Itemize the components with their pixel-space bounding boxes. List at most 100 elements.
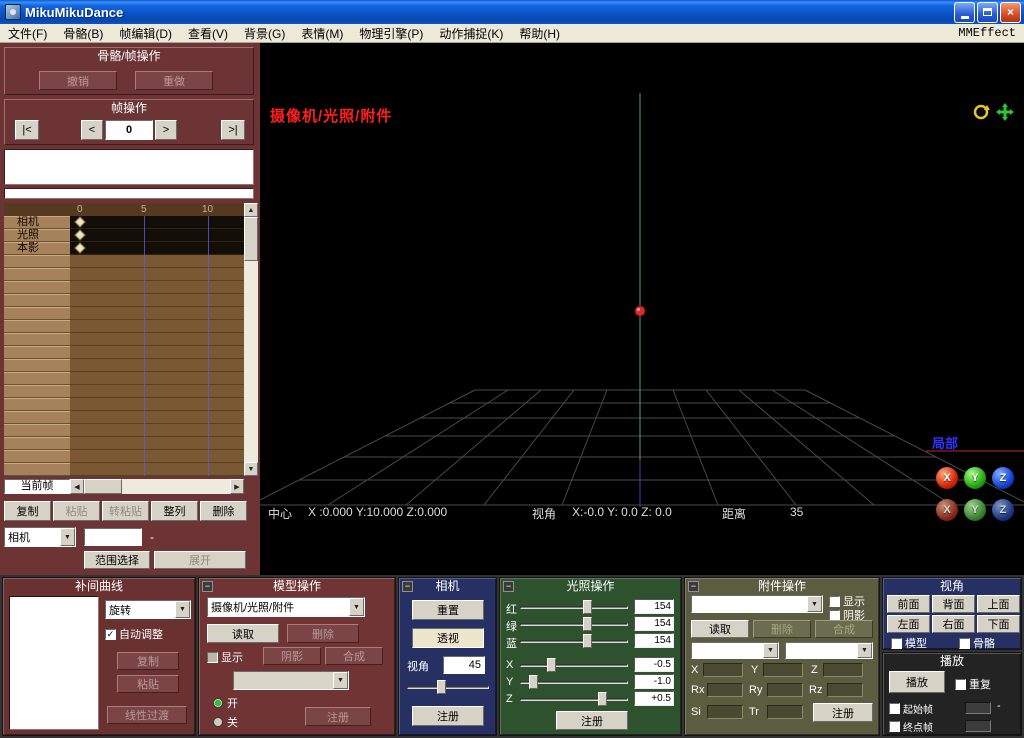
last-frame-button[interactable]: >| — [221, 120, 245, 140]
collapse-button[interactable]: − — [503, 581, 514, 592]
interp-copy-button[interactable]: 复制 — [117, 652, 179, 670]
view-model-checkbox[interactable]: 模型 — [891, 635, 927, 651]
bone-list-strip[interactable] — [4, 188, 254, 199]
accessory-register-button[interactable]: 注册 — [813, 703, 873, 722]
accessory-delete-button[interactable]: 删除 — [753, 620, 811, 638]
titlebar[interactable]: MikuMikuDance × — [0, 0, 1024, 24]
menu-motion-capture[interactable]: 动作捕捉(K) — [431, 23, 511, 44]
frame-number-field[interactable]: 0 — [105, 120, 153, 140]
rotate-view-icon[interactable] — [972, 103, 990, 121]
acc-rz-field[interactable] — [827, 683, 863, 697]
arrange-frames-button[interactable]: 整列 — [151, 501, 198, 521]
model-display-checkbox[interactable]: 显示 — [207, 649, 243, 665]
timeline-hscrollbar[interactable]: ◀ ▶ — [70, 479, 244, 494]
hscroll-track[interactable] — [84, 479, 230, 494]
menu-physics[interactable]: 物理引擎(P) — [351, 23, 431, 44]
view-left-button[interactable]: 左面 — [887, 615, 930, 633]
vscroll-track[interactable] — [244, 217, 258, 462]
scroll-right-button[interactable]: ▶ — [230, 479, 244, 494]
start-frame-field[interactable] — [965, 702, 991, 714]
maximize-button[interactable] — [977, 2, 998, 23]
pan-view-icon[interactable] — [996, 103, 1014, 121]
model-select-dropdown[interactable]: 摄像机/光照/附件 ▼ — [207, 597, 365, 617]
interp-channel-select[interactable]: 旋转 ▼ — [105, 600, 191, 619]
perspective-toggle-button[interactable]: 透视 — [412, 628, 484, 648]
slider-thumb[interactable] — [583, 600, 592, 614]
track-self-shadow[interactable]: 本影 — [4, 242, 70, 255]
rotate-x-axis-button[interactable]: X — [936, 467, 958, 489]
model-shadow-button[interactable]: 阴影 — [263, 647, 321, 665]
interp-curve-canvas[interactable] — [9, 596, 99, 730]
physics-off-radio[interactable]: 关 — [213, 714, 238, 730]
minimize-button[interactable] — [954, 2, 975, 23]
undo-button[interactable]: 撤销 — [39, 71, 117, 90]
slider-thumb[interactable] — [598, 692, 607, 706]
linear-transition-button[interactable]: 线性过渡 — [107, 706, 187, 724]
acc-si-field[interactable] — [707, 705, 743, 719]
red-value-field[interactable]: 154 — [634, 599, 674, 614]
repeat-checkbox[interactable]: 重复 — [955, 676, 991, 692]
close-button[interactable]: × — [1000, 2, 1021, 23]
menu-expression[interactable]: 表情(M) — [293, 23, 351, 44]
mmeffect-menu[interactable]: MMEffect — [958, 26, 1024, 40]
scroll-left-button[interactable]: ◀ — [70, 479, 84, 494]
model-load-button[interactable]: 读取 — [207, 624, 279, 643]
view-top-button[interactable]: 上面 — [977, 595, 1020, 613]
vscroll-thumb[interactable] — [244, 217, 258, 261]
model-blend-button[interactable]: 合成 — [325, 647, 383, 665]
accessory-load-button[interactable]: 读取 — [691, 620, 749, 638]
range-start-field[interactable] — [84, 528, 142, 546]
acc-rx-field[interactable] — [707, 683, 743, 697]
slider-thumb[interactable] — [547, 658, 556, 672]
menu-background[interactable]: 背景(G) — [236, 23, 293, 44]
timeline-grid[interactable]: 相机 光照 本影 — [4, 216, 244, 476]
accessory-bone-dropdown[interactable]: ▼ — [785, 642, 873, 659]
fov-value-field[interactable]: 45 — [443, 656, 485, 674]
scroll-down-button[interactable]: ▼ — [244, 462, 258, 476]
hscroll-thumb[interactable] — [84, 479, 122, 494]
menu-view[interactable]: 查看(V) — [180, 23, 236, 44]
timeline-vscrollbar[interactable]: ▲ ▼ — [244, 203, 258, 476]
acc-tr-field[interactable] — [767, 705, 803, 719]
green-value-field[interactable]: 154 — [634, 616, 674, 631]
rotate-z-axis-button[interactable]: Z — [992, 467, 1014, 489]
menu-file[interactable]: 文件(F) — [0, 23, 55, 44]
slider-thumb[interactable] — [529, 675, 538, 689]
light-x-value-field[interactable]: -0.5 — [634, 657, 674, 672]
rotate-y-axis-button[interactable]: Y — [964, 467, 986, 489]
blue-slider[interactable] — [520, 632, 628, 650]
slider-thumb[interactable] — [437, 680, 446, 694]
delete-frames-button[interactable]: 删除 — [200, 501, 247, 521]
viewport-3d[interactable]: 摄像机/光照/附件 局部 X Y Z X Y Z 中心 X :0.000 Y:1… — [260, 43, 1024, 575]
acc-z-field[interactable] — [823, 663, 863, 677]
light-z-value-field[interactable]: +0.5 — [634, 691, 674, 706]
light-register-button[interactable]: 注册 — [556, 711, 628, 730]
end-frame-checkbox[interactable]: 终点帧 — [889, 719, 933, 734]
collapse-button[interactable]: − — [688, 581, 699, 592]
light-z-slider[interactable] — [520, 690, 628, 708]
copy-frames-button[interactable]: 复制 — [4, 501, 51, 521]
menu-help[interactable]: 帮助(H) — [511, 23, 568, 44]
model-delete-button[interactable]: 删除 — [287, 624, 359, 643]
accessory-blend-button[interactable]: 合成 — [815, 620, 873, 638]
redo-button[interactable]: 重做 — [135, 71, 213, 90]
expand-button[interactable]: 展开 — [154, 551, 246, 569]
light-y-slider[interactable] — [520, 673, 628, 691]
view-back-button[interactable]: 背面 — [932, 595, 975, 613]
slider-thumb[interactable] — [583, 617, 592, 631]
light-y-value-field[interactable]: -1.0 — [634, 674, 674, 689]
menu-bone[interactable]: 骨骼(B) — [55, 23, 111, 44]
collapse-button[interactable]: − — [402, 581, 413, 592]
acc-ry-field[interactable] — [767, 683, 803, 697]
timeline-ruler[interactable]: 0 5 10 — [4, 203, 244, 216]
slider-thumb[interactable] — [583, 634, 592, 648]
green-slider[interactable] — [520, 615, 628, 633]
menu-frame-edit[interactable]: 帧编辑(D) — [111, 23, 180, 44]
model-register-button[interactable]: 注册 — [305, 707, 371, 726]
view-front-button[interactable]: 前面 — [887, 595, 930, 613]
acc-y-field[interactable] — [763, 663, 803, 677]
fov-slider[interactable] — [407, 678, 489, 696]
acc-x-field[interactable] — [703, 663, 743, 677]
camera-register-button[interactable]: 注册 — [412, 706, 484, 726]
model-sub-dropdown[interactable]: ▼ — [233, 671, 349, 690]
